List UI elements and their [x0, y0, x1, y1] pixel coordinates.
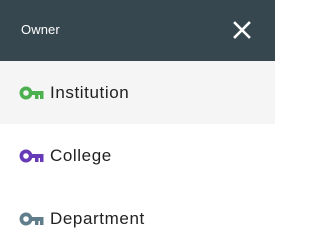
list-item-institution[interactable]: Institution — [0, 61, 275, 124]
close-icon — [233, 20, 251, 39]
key-icon — [19, 85, 45, 100]
list-item-department[interactable]: Department — [0, 187, 275, 250]
panel-header: Owner — [0, 0, 275, 61]
list-item-label: College — [50, 145, 112, 165]
close-button[interactable] — [231, 19, 253, 41]
key-icon — [19, 211, 45, 226]
panel-title: Owner — [21, 22, 60, 37]
list-item-college[interactable]: College — [0, 124, 275, 187]
list-item-label: Department — [50, 208, 145, 228]
owner-list: Institution College Department — [0, 61, 275, 250]
list-item-label: Institution — [50, 82, 130, 102]
key-icon — [19, 148, 45, 163]
owner-panel: Owner Institution College Department — [0, 0, 275, 250]
